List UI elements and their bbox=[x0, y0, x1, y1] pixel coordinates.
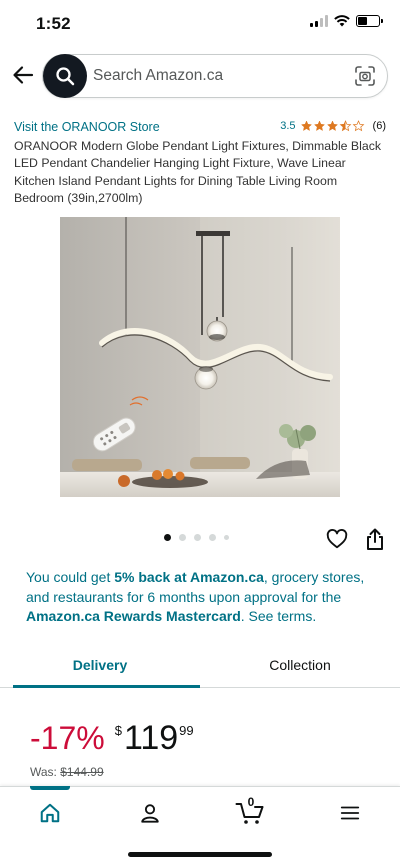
review-count: (6) bbox=[372, 120, 386, 132]
rewards-promo-link[interactable]: You could get 5% back at Amazon.ca, groc… bbox=[26, 568, 378, 627]
star-empty-icon bbox=[352, 120, 364, 132]
price-block: -17% $ 119 99 bbox=[30, 716, 194, 760]
was-price: Was: $144.99 bbox=[30, 765, 104, 779]
was-price-value: $144.99 bbox=[60, 765, 104, 779]
person-icon bbox=[141, 804, 159, 823]
image-carousel-dots[interactable] bbox=[164, 534, 229, 541]
price-whole: 119 bbox=[123, 719, 179, 757]
status-icons bbox=[310, 15, 383, 27]
camera-search-button[interactable] bbox=[355, 66, 375, 86]
status-bar: 1:52 bbox=[0, 0, 400, 48]
wifi-icon bbox=[334, 15, 350, 27]
price-fraction: 99 bbox=[179, 723, 194, 738]
star-half-icon bbox=[339, 120, 351, 132]
cart-count-badge: 0 bbox=[247, 795, 255, 809]
price-currency: $ bbox=[114, 723, 122, 738]
current-price: $ 119 99 bbox=[115, 716, 194, 760]
status-time: 1:52 bbox=[36, 14, 71, 33]
back-button[interactable] bbox=[8, 60, 38, 90]
fulfillment-tabs: Delivery Collection bbox=[0, 642, 400, 688]
star-full-icon bbox=[300, 120, 312, 132]
add-to-wishlist-button[interactable] bbox=[326, 528, 348, 550]
heart-icon bbox=[326, 529, 348, 549]
hamburger-menu-icon bbox=[340, 806, 360, 820]
star-full-icon bbox=[326, 120, 338, 132]
tab-label: Delivery bbox=[72, 657, 128, 673]
product-title: ORANOOR Modern Globe Pendant Light Fixtu… bbox=[14, 139, 382, 205]
active-nav-indicator bbox=[30, 786, 70, 790]
product-image[interactable] bbox=[60, 217, 340, 497]
search-bar[interactable] bbox=[42, 54, 388, 98]
search-button[interactable] bbox=[43, 54, 87, 98]
tab-collection[interactable]: Collection bbox=[200, 642, 400, 688]
store-rating-row: Visit the ORANOOR Store 3.5 (6) bbox=[14, 120, 386, 136]
camera-scan-icon bbox=[355, 66, 375, 86]
nav-cart[interactable]: 0 bbox=[230, 795, 270, 827]
star-rating bbox=[300, 120, 365, 132]
battery-icon bbox=[356, 15, 383, 27]
carousel-dot[interactable] bbox=[179, 534, 186, 541]
nav-account[interactable] bbox=[130, 799, 170, 827]
nav-home[interactable] bbox=[30, 799, 70, 827]
search-input[interactable] bbox=[93, 55, 343, 97]
carousel-dot[interactable] bbox=[164, 534, 171, 541]
search-icon bbox=[56, 67, 75, 86]
pendant-light-photo bbox=[60, 217, 340, 497]
carousel-dot[interactable] bbox=[224, 535, 229, 540]
star-full-icon bbox=[313, 120, 325, 132]
home-indicator-bar[interactable] bbox=[128, 852, 272, 857]
share-icon bbox=[367, 528, 383, 550]
promo-text: . See terms. bbox=[240, 608, 317, 625]
carousel-dot[interactable] bbox=[194, 534, 201, 541]
active-tab-indicator bbox=[13, 685, 200, 688]
cellular-signal-icon bbox=[310, 15, 328, 27]
carousel-dot[interactable] bbox=[209, 534, 216, 541]
promo-highlight-cashback: 5% back at Amazon.ca bbox=[114, 569, 264, 585]
promo-text: You could get bbox=[26, 569, 115, 585]
rating-summary[interactable]: 3.5 (6) bbox=[280, 120, 386, 132]
was-label: Was: bbox=[30, 765, 61, 779]
search-header bbox=[0, 52, 400, 98]
visit-store-link[interactable]: Visit the ORANOOR Store bbox=[14, 120, 160, 134]
nav-menu[interactable] bbox=[330, 799, 370, 827]
tab-delivery[interactable]: Delivery bbox=[0, 642, 200, 688]
promo-highlight-card: Amazon.ca Rewards Mastercard bbox=[26, 608, 241, 625]
rating-value: 3.5 bbox=[280, 120, 296, 132]
home-icon bbox=[40, 803, 60, 823]
tab-label: Collection bbox=[269, 657, 331, 673]
discount-percent: -17% bbox=[30, 720, 105, 756]
share-button[interactable] bbox=[364, 527, 386, 551]
arrow-left-icon bbox=[13, 66, 34, 84]
